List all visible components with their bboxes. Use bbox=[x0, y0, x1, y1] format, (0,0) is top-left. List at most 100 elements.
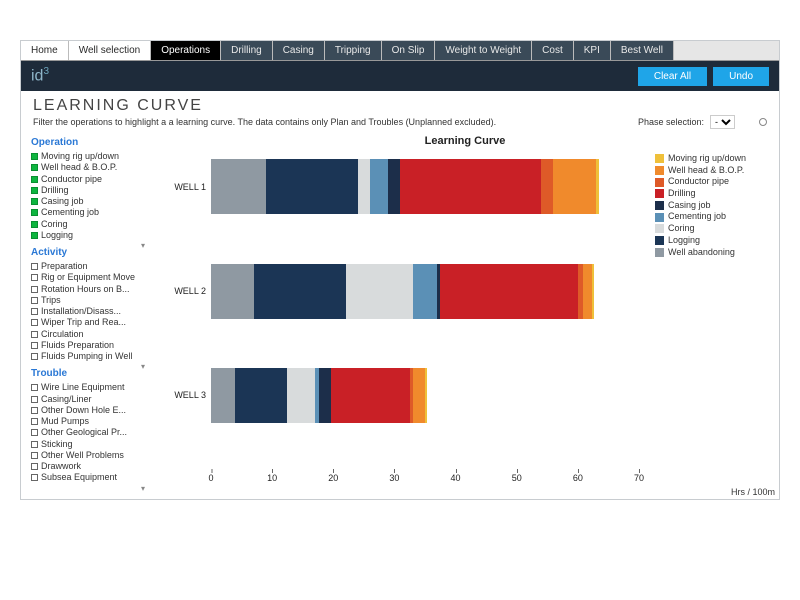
checkbox-icon[interactable] bbox=[31, 187, 38, 194]
filter-item[interactable]: Coring bbox=[31, 219, 147, 230]
legend-item: Drilling bbox=[655, 188, 775, 200]
checkbox-icon[interactable] bbox=[31, 407, 38, 414]
filter-item[interactable]: Drilling bbox=[31, 185, 147, 196]
checkbox-icon[interactable] bbox=[31, 384, 38, 391]
chart-segment bbox=[592, 264, 594, 319]
checkbox-icon[interactable] bbox=[31, 198, 38, 205]
chart-segment bbox=[440, 264, 578, 319]
filter-item[interactable]: Installation/Disass... bbox=[31, 306, 147, 317]
filter-item-label: Moving rig up/down bbox=[41, 151, 119, 162]
checkbox-icon[interactable] bbox=[31, 331, 38, 338]
filter-group-title: Activity bbox=[31, 247, 147, 258]
checkbox-icon[interactable] bbox=[31, 297, 38, 304]
tab-kpi[interactable]: KPI bbox=[574, 41, 611, 60]
checkbox-icon[interactable] bbox=[31, 221, 38, 228]
checkbox-icon[interactable] bbox=[31, 164, 38, 171]
chevron-down-icon[interactable]: ▾ bbox=[141, 362, 145, 371]
filter-item[interactable]: Moving rig up/down bbox=[31, 151, 147, 162]
filter-item[interactable]: Rig or Equipment Move bbox=[31, 272, 147, 283]
x-tick: 20 bbox=[328, 473, 338, 483]
checkbox-icon[interactable] bbox=[31, 263, 38, 270]
legend-item: Coring bbox=[655, 223, 775, 235]
checkbox-icon[interactable] bbox=[31, 232, 38, 239]
filter-item[interactable]: Other Well Problems bbox=[31, 450, 147, 461]
checkbox-icon[interactable] bbox=[31, 474, 38, 481]
tab-tripping[interactable]: Tripping bbox=[325, 41, 382, 60]
filter-item[interactable]: Logging bbox=[31, 230, 147, 241]
filter-item[interactable]: Well head & B.O.P. bbox=[31, 162, 147, 173]
x-tick: 40 bbox=[451, 473, 461, 483]
filter-item[interactable]: Circulation bbox=[31, 329, 147, 340]
filter-item[interactable]: Preparation bbox=[31, 261, 147, 272]
tab-cost[interactable]: Cost bbox=[532, 41, 574, 60]
checkbox-icon[interactable] bbox=[31, 441, 38, 448]
legend-label: Well head & B.O.P. bbox=[668, 165, 744, 177]
filter-item-label: Logging bbox=[41, 230, 73, 241]
checkbox-icon[interactable] bbox=[31, 418, 38, 425]
tab-weight-to-weight[interactable]: Weight to Weight bbox=[435, 41, 532, 60]
phase-select[interactable]: - bbox=[710, 115, 735, 129]
tab-operations[interactable]: Operations bbox=[151, 41, 221, 60]
chart-plot: WELL 1WELL 2WELL 3010203040506070 bbox=[211, 153, 639, 469]
filter-item[interactable]: Mud Pumps bbox=[31, 416, 147, 427]
filter-item[interactable]: Cementing job bbox=[31, 207, 147, 218]
filter-item[interactable]: Casing/Liner bbox=[31, 394, 147, 405]
legend-item: Conductor pipe bbox=[655, 176, 775, 188]
filter-item[interactable]: Wiper Trip and Rea... bbox=[31, 317, 147, 328]
legend-swatch-icon bbox=[655, 224, 664, 233]
checkbox-icon[interactable] bbox=[31, 153, 38, 160]
checkbox-icon[interactable] bbox=[31, 286, 38, 293]
chart-row: WELL 2 bbox=[211, 264, 639, 319]
filter-item[interactable]: Subsea Equipment bbox=[31, 472, 147, 483]
filter-item-label: Trips bbox=[41, 295, 61, 306]
filter-group-trouble: Trouble Wire Line EquipmentCasing/LinerO… bbox=[31, 368, 147, 483]
legend-item: Logging bbox=[655, 235, 775, 247]
checkbox-icon[interactable] bbox=[31, 353, 38, 360]
filter-item[interactable]: Other Down Hole E... bbox=[31, 405, 147, 416]
checkbox-icon[interactable] bbox=[31, 209, 38, 216]
checkbox-icon[interactable] bbox=[31, 308, 38, 315]
checkbox-icon[interactable] bbox=[31, 452, 38, 459]
logo-bar: id3 Clear All Undo bbox=[21, 61, 779, 91]
filter-sidebar: Operation Moving rig up/downWell head & … bbox=[21, 131, 151, 499]
filter-item[interactable]: Drawwork bbox=[31, 461, 147, 472]
filter-item[interactable]: Fluids Pumping in Well bbox=[31, 351, 147, 362]
x-tick: 30 bbox=[389, 473, 399, 483]
tab-well-selection[interactable]: Well selection bbox=[69, 41, 152, 60]
filter-item[interactable]: Trips bbox=[31, 295, 147, 306]
chevron-down-icon[interactable]: ▾ bbox=[141, 484, 145, 493]
filter-item-label: Circulation bbox=[41, 329, 84, 340]
filter-item[interactable]: Sticking bbox=[31, 439, 147, 450]
chevron-down-icon[interactable]: ▾ bbox=[141, 241, 145, 250]
filter-item-label: Fluids Pumping in Well bbox=[41, 351, 132, 362]
legend-label: Coring bbox=[668, 223, 695, 235]
tab-drilling[interactable]: Drilling bbox=[221, 41, 273, 60]
checkbox-icon[interactable] bbox=[31, 274, 38, 281]
undo-button[interactable]: Undo bbox=[713, 67, 769, 86]
tab-home[interactable]: Home bbox=[21, 41, 69, 60]
tab-casing[interactable]: Casing bbox=[273, 41, 325, 60]
checkbox-icon[interactable] bbox=[31, 319, 38, 326]
filter-item[interactable]: Conductor pipe bbox=[31, 174, 147, 185]
clear-all-button[interactable]: Clear All bbox=[638, 67, 707, 86]
filter-item[interactable]: Fluids Preparation bbox=[31, 340, 147, 351]
checkbox-icon[interactable] bbox=[31, 396, 38, 403]
filter-item[interactable]: Other Geological Pr... bbox=[31, 427, 147, 438]
checkbox-icon[interactable] bbox=[31, 342, 38, 349]
checkbox-icon[interactable] bbox=[31, 463, 38, 470]
tab-best-well[interactable]: Best Well bbox=[611, 41, 674, 60]
chart-segment bbox=[235, 368, 287, 423]
checkbox-icon[interactable] bbox=[31, 176, 38, 183]
filter-item-label: Other Geological Pr... bbox=[41, 427, 127, 438]
filter-item-label: Installation/Disass... bbox=[41, 306, 121, 317]
chart-segment bbox=[266, 159, 358, 214]
filter-item[interactable]: Wire Line Equipment bbox=[31, 382, 147, 393]
tab-on-slip[interactable]: On Slip bbox=[382, 41, 436, 60]
filter-item-label: Sticking bbox=[41, 439, 73, 450]
filter-item[interactable]: Casing job bbox=[31, 196, 147, 207]
checkbox-icon[interactable] bbox=[31, 429, 38, 436]
legend-label: Cementing job bbox=[668, 211, 726, 223]
filter-item[interactable]: Rotation Hours on B... bbox=[31, 284, 147, 295]
chart-row-label: WELL 2 bbox=[156, 286, 206, 296]
filter-item-label: Wire Line Equipment bbox=[41, 382, 125, 393]
